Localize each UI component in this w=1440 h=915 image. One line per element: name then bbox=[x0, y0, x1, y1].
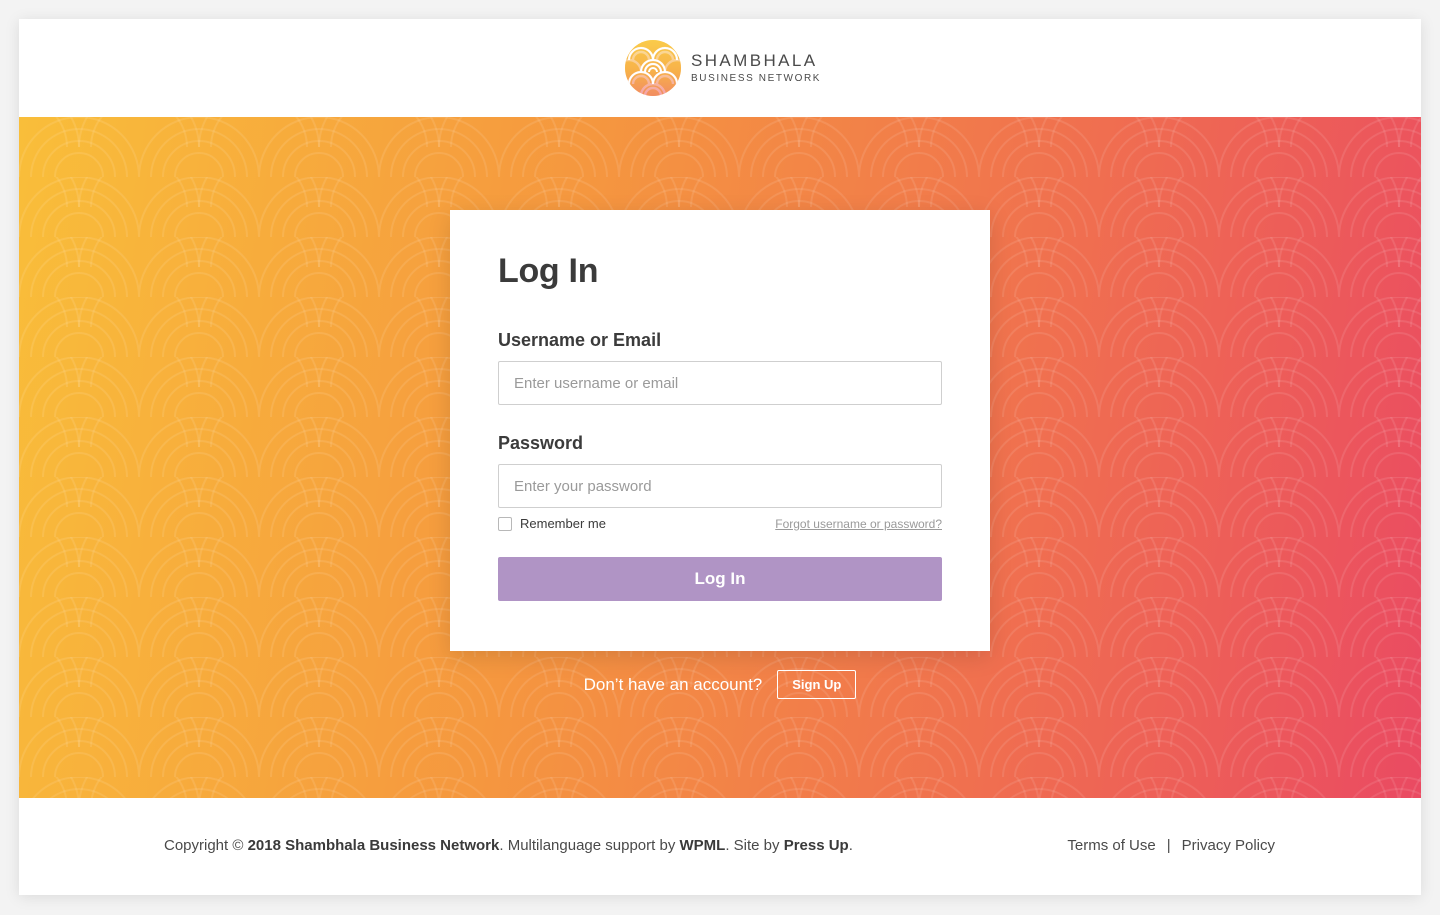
multilang-text: . Multilanguage support by bbox=[499, 837, 680, 854]
wpml-credit[interactable]: WPML bbox=[680, 837, 726, 854]
hero-section: Log In Username or Email Password Rememb… bbox=[19, 117, 1421, 798]
signup-prompt-row: Don’t have an account? Sign Up bbox=[19, 670, 1421, 699]
privacy-policy-link[interactable]: Privacy Policy bbox=[1182, 837, 1275, 854]
copyright-text: Copyright © 2018 Shambhala Business Netw… bbox=[164, 837, 853, 854]
site-footer: Copyright © 2018 Shambhala Business Netw… bbox=[19, 798, 1421, 895]
terms-of-use-link[interactable]: Terms of Use bbox=[1067, 837, 1155, 854]
site-logo[interactable]: SHAMBHALA BUSINESS NETWORK bbox=[623, 38, 821, 98]
logo-name: SHAMBHALA bbox=[691, 51, 818, 70]
password-label: Password bbox=[498, 433, 584, 453]
page-frame: SHAMBHALA BUSINESS NETWORK Log In Userna… bbox=[19, 19, 1421, 895]
copyright-org: 2018 Shambhala Business Network bbox=[247, 837, 500, 854]
signup-prompt: Don’t have an account? bbox=[583, 674, 763, 694]
site-header: SHAMBHALA BUSINESS NETWORK bbox=[19, 19, 1421, 117]
logo-tagline: BUSINESS NETWORK bbox=[691, 73, 822, 84]
login-button[interactable]: Log In bbox=[498, 557, 942, 601]
remember-me-checkbox[interactable] bbox=[498, 516, 512, 531]
press-up-credit[interactable]: Press Up bbox=[784, 837, 849, 854]
logo-icon bbox=[625, 40, 681, 96]
forgot-credentials-link[interactable]: Forgot username or password? bbox=[775, 517, 942, 531]
username-input[interactable] bbox=[498, 361, 942, 405]
login-title: Log In bbox=[498, 252, 599, 290]
password-input[interactable] bbox=[498, 464, 942, 508]
site-by-text: . Site by bbox=[725, 837, 784, 854]
copyright-end: . bbox=[848, 837, 853, 854]
username-label: Username or Email bbox=[498, 330, 662, 350]
logo-wordmark: SHAMBHALA BUSINESS NETWORK bbox=[691, 52, 821, 84]
footer-separator: | bbox=[1166, 837, 1171, 854]
copyright-prefix: Copyright © bbox=[164, 837, 248, 854]
remember-me-label: Remember me bbox=[520, 516, 606, 531]
signup-button[interactable]: Sign Up bbox=[777, 670, 857, 699]
footer-links: Terms of Use | Privacy Policy bbox=[1067, 837, 1275, 854]
remember-me-toggle[interactable]: Remember me bbox=[498, 516, 606, 531]
login-card: Log In Username or Email Password Rememb… bbox=[450, 210, 990, 651]
